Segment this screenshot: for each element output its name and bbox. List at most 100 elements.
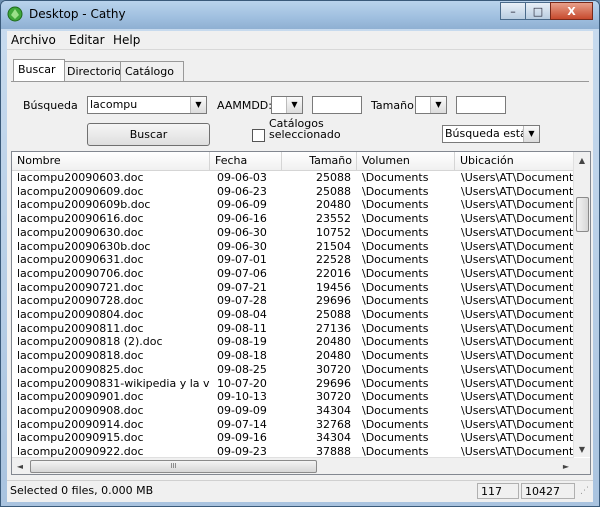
- cell-volumen: \Documents: [362, 266, 429, 280]
- tab-catalogo[interactable]: Catálogo: [120, 61, 184, 81]
- chevron-down-icon[interactable]: ▼: [430, 97, 446, 113]
- tab-buscar[interactable]: Buscar: [13, 59, 65, 81]
- scroll-up-icon[interactable]: ▲: [574, 152, 590, 168]
- grid-rows: lacompu20090603.doc 09-06-03 25088 \Documen…: [12, 171, 574, 457]
- column-header-ubicacion[interactable]: Ubicación: [455, 152, 574, 170]
- buscar-button[interactable]: Buscar: [87, 123, 210, 146]
- cell-nombre: lacompu20090706.doc: [17, 266, 144, 280]
- cell-nombre: lacompu20090811.doc: [17, 321, 144, 335]
- column-header-tamano[interactable]: Tamaño: [282, 152, 357, 170]
- cell-fecha: 09-07-14: [217, 417, 267, 431]
- menu-editar[interactable]: Editar: [69, 33, 105, 47]
- cell-nombre: lacompu20090825.doc: [17, 362, 144, 376]
- column-header-volumen[interactable]: Volumen: [357, 152, 455, 170]
- scroll-corner: [574, 458, 590, 474]
- cell-volumen: \Documents: [362, 225, 429, 239]
- table-row[interactable]: lacompu20090603.doc 09-06-03 25088 \Documen…: [12, 171, 574, 185]
- table-row[interactable]: lacompu20090901.doc 09-10-13 30720 \Documen…: [12, 390, 574, 404]
- cell-fecha: 09-06-16: [217, 212, 267, 226]
- cell-fecha: 09-08-11: [217, 321, 267, 335]
- table-row[interactable]: lacompu20090831-wikipedia y la verd... 10…: [12, 377, 574, 391]
- table-row[interactable]: lacompu20090818 (2).doc 09-08-19 20480 \Doc…: [12, 335, 574, 349]
- catalogos-label: Catálogos seleccionado: [269, 118, 341, 140]
- menu-help[interactable]: Help: [113, 33, 140, 47]
- tamano-operator-combo[interactable]: ▼: [415, 96, 447, 114]
- cell-ubicacion: \Users\AT\Documents: [461, 403, 574, 417]
- cell-fecha: 09-07-28: [217, 294, 267, 308]
- window-title: Desktop - Cathy: [29, 7, 126, 21]
- chevron-down-icon[interactable]: ▼: [190, 97, 206, 113]
- table-row[interactable]: lacompu20090630.doc 09-06-30 10752 \Documen…: [12, 226, 574, 240]
- table-row[interactable]: lacompu20090631.doc 09-07-01 22528 \Documen…: [12, 253, 574, 267]
- scroll-left-icon[interactable]: ◄: [12, 458, 28, 474]
- chevron-down-icon[interactable]: ▼: [523, 126, 539, 142]
- table-row[interactable]: lacompu20090728.doc 09-07-28 29696 \Documen…: [12, 294, 574, 308]
- resize-grip-icon[interactable]: ⋰: [577, 483, 591, 499]
- window-controls: – □ X: [500, 2, 593, 20]
- close-button[interactable]: X: [550, 2, 593, 20]
- cell-nombre: lacompu20090818 (2).doc: [17, 335, 163, 349]
- cell-nombre: lacompu20090915.doc: [17, 431, 144, 445]
- cell-tamano: 23552: [316, 212, 351, 226]
- cell-ubicacion: \Users\AT\Documents: [461, 171, 574, 184]
- table-row[interactable]: lacompu20090609.doc 09-06-23 25088 \Documen…: [12, 185, 574, 199]
- cell-tamano: 22528: [316, 253, 351, 267]
- horizontal-scrollbar[interactable]: ◄ III ►: [12, 457, 574, 474]
- column-header-nombre[interactable]: Nombre: [12, 152, 210, 170]
- vertical-scroll-thumb[interactable]: [576, 197, 589, 232]
- column-header-fecha[interactable]: Fecha: [210, 152, 282, 170]
- table-row[interactable]: lacompu20090706.doc 09-07-06 22016 \Documen…: [12, 267, 574, 281]
- cell-ubicacion: \Users\AT\Documents: [461, 349, 574, 363]
- table-row[interactable]: lacompu20090609b.doc 09-06-09 20480 \Docume…: [12, 198, 574, 212]
- cell-fecha: 09-07-21: [217, 280, 267, 294]
- menu-bar: Archivo Editar Help: [7, 31, 593, 50]
- table-row[interactable]: lacompu20090721.doc 09-07-21 19456 \Documen…: [12, 281, 574, 295]
- aammdd-input[interactable]: [312, 96, 362, 114]
- scroll-down-icon[interactable]: ▼: [574, 441, 590, 457]
- cell-tamano: 20480: [316, 335, 351, 349]
- chevron-down-icon[interactable]: ▼: [286, 97, 302, 113]
- table-row[interactable]: lacompu20090804.doc 09-08-04 25088 \Documen…: [12, 308, 574, 322]
- horizontal-scroll-thumb[interactable]: III: [30, 460, 317, 473]
- catalogos-checkbox[interactable]: [252, 129, 265, 142]
- search-mode-value: Búsqueda están: [445, 127, 534, 140]
- cell-ubicacion: \Users\AT\Documents: [461, 390, 574, 404]
- cell-ubicacion: \Users\AT\Documents: [461, 280, 574, 294]
- cell-nombre: lacompu20090831-wikipedia y la verd...: [17, 376, 210, 390]
- cell-volumen: \Documents: [362, 280, 429, 294]
- table-row[interactable]: lacompu20090915.doc 09-09-16 34304 \Documen…: [12, 431, 574, 445]
- client-area: Archivo Editar Help Buscar Directorio Ca…: [7, 31, 593, 502]
- cell-volumen: \Documents: [362, 376, 429, 390]
- tamano-label: Tamaño:: [371, 99, 418, 112]
- status-bar: Selected 0 files, 0.000 MB 117 10427 ⋰: [7, 480, 593, 502]
- scroll-right-icon[interactable]: ►: [558, 458, 574, 474]
- cell-volumen: \Documents: [362, 417, 429, 431]
- cell-tamano: 25088: [316, 184, 351, 198]
- cell-nombre: lacompu20090630b.doc: [17, 239, 151, 253]
- busqueda-combo[interactable]: lacompu ▼: [87, 96, 207, 114]
- cell-ubicacion: \Users\AT\Documents: [461, 308, 574, 321]
- minimize-button[interactable]: –: [500, 2, 526, 20]
- table-row[interactable]: lacompu20090630b.doc 09-06-30 21504 \Docume…: [12, 240, 574, 254]
- menu-archivo[interactable]: Archivo: [11, 33, 56, 47]
- tamano-input[interactable]: [456, 96, 506, 114]
- status-total: 10427: [521, 483, 575, 499]
- cell-tamano: 37888: [316, 445, 351, 457]
- vertical-scrollbar[interactable]: ▲ ▼: [573, 152, 590, 457]
- table-row[interactable]: lacompu20090914.doc 09-07-14 32768 \Documen…: [12, 418, 574, 432]
- table-row[interactable]: lacompu20090825.doc 09-08-25 30720 \Documen…: [12, 363, 574, 377]
- cell-fecha: 09-09-09: [217, 403, 267, 417]
- search-mode-combo[interactable]: Búsqueda están ▼: [442, 125, 540, 143]
- cell-ubicacion: \Users\AT\Documents: [461, 184, 574, 198]
- table-row[interactable]: lacompu20090922.doc 09-09-23 37888 \Documen…: [12, 445, 574, 457]
- cell-volumen: \Documents: [362, 294, 429, 308]
- table-row[interactable]: lacompu20090818.doc 09-08-18 20480 \Documen…: [12, 349, 574, 363]
- table-row[interactable]: lacompu20090811.doc 09-08-11 27136 \Documen…: [12, 322, 574, 336]
- table-row[interactable]: lacompu20090908.doc 09-09-09 34304 \Documen…: [12, 404, 574, 418]
- title-bar[interactable]: Desktop - Cathy – □ X: [1, 1, 599, 29]
- aammdd-operator-combo[interactable]: ▼: [271, 96, 303, 114]
- maximize-button[interactable]: □: [525, 2, 551, 20]
- cell-nombre: lacompu20090901.doc: [17, 390, 144, 404]
- table-row[interactable]: lacompu20090616.doc 09-06-16 23552 \Documen…: [12, 212, 574, 226]
- results-grid[interactable]: Nombre Fecha Tamaño Volumen Ubicación la…: [11, 151, 591, 475]
